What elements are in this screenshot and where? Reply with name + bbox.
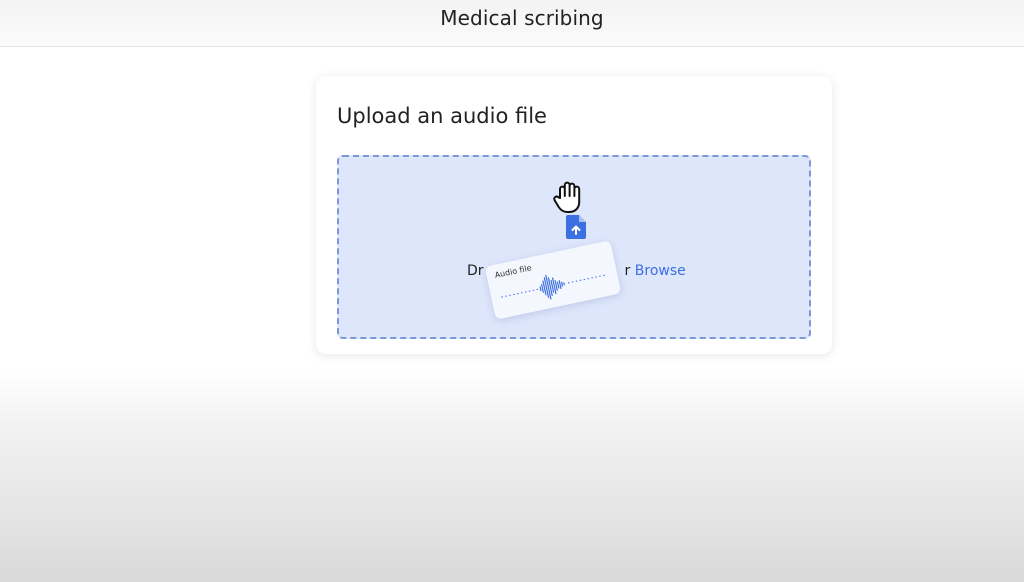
drop-text-prefix: Dr [467,263,484,279]
top-bar: Medical scribing [0,0,1024,47]
audio-dropzone[interactable]: Dr r Browse Audio file [337,155,811,339]
dragged-audio-file[interactable]: Audio file [484,240,622,320]
drop-text-suffix: r [624,263,635,279]
upload-card-title: Upload an audio file [337,104,547,128]
browse-link[interactable]: Browse [635,263,686,279]
upload-card: Upload an audio file Dr r Browse Audio fi… [316,76,832,354]
page-title: Medical scribing [440,6,604,30]
file-upload-icon [566,215,586,239]
grab-hand-icon [553,181,581,213]
